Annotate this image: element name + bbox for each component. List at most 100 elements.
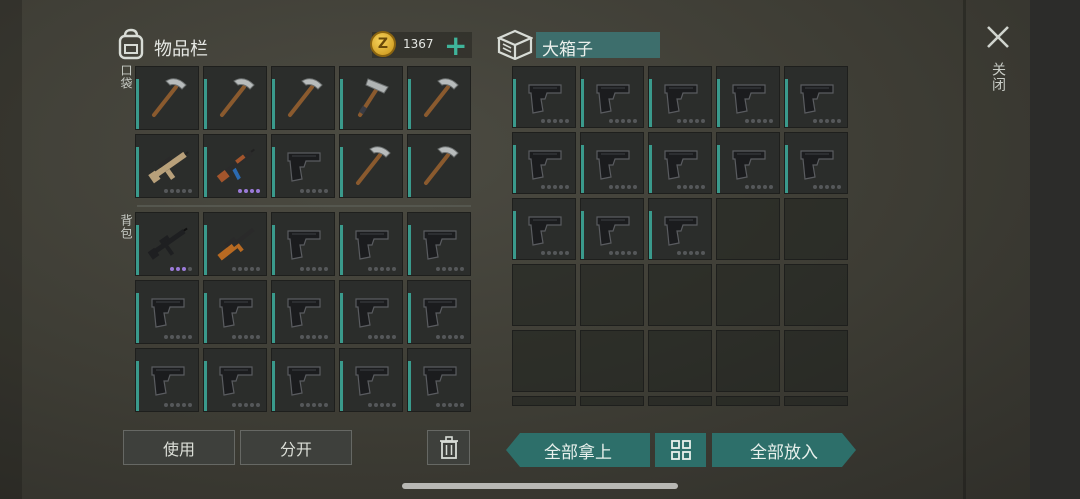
backpack-icon xyxy=(116,28,146,60)
item-slot[interactable] xyxy=(135,348,199,412)
add-money-button[interactable]: + xyxy=(444,32,467,60)
item-slot[interactable] xyxy=(580,132,644,194)
durability-dots xyxy=(164,403,192,407)
put-all-button[interactable]: 全部放入 xyxy=(712,433,856,467)
empty-slot[interactable] xyxy=(512,396,576,406)
item-slot[interactable] xyxy=(512,66,576,128)
ak-rifle-icon xyxy=(212,141,260,189)
durability-dots xyxy=(609,119,637,123)
item-slot[interactable] xyxy=(648,198,712,260)
item-slot[interactable] xyxy=(271,348,335,412)
item-slot[interactable] xyxy=(203,348,267,412)
empty-slot[interactable] xyxy=(580,396,644,406)
pistol-icon xyxy=(416,287,464,335)
durability-dots xyxy=(170,267,192,271)
item-slot[interactable] xyxy=(716,132,780,194)
pistol-icon xyxy=(212,355,260,403)
item-slot[interactable] xyxy=(407,66,471,130)
durability-dots xyxy=(238,189,260,193)
item-slot[interactable] xyxy=(135,134,199,198)
durability-dots xyxy=(745,185,773,189)
sort-button[interactable] xyxy=(655,433,706,467)
item-slot[interactable] xyxy=(580,198,644,260)
empty-slot[interactable] xyxy=(580,264,644,326)
empty-slot[interactable] xyxy=(784,198,848,260)
durability-dots xyxy=(232,403,260,407)
item-slot[interactable] xyxy=(339,134,403,198)
item-slot[interactable] xyxy=(784,132,848,194)
empty-slot[interactable] xyxy=(580,330,644,392)
durability-dots xyxy=(368,335,396,339)
pistol-icon xyxy=(144,355,192,403)
trash-button[interactable] xyxy=(427,430,470,465)
pistol-icon xyxy=(793,139,841,187)
trash-icon xyxy=(439,435,458,459)
item-slot[interactable] xyxy=(716,66,780,128)
empty-slot[interactable] xyxy=(648,264,712,326)
empty-slot[interactable] xyxy=(716,330,780,392)
backpack-label: 背包 xyxy=(119,214,133,240)
durability-dots xyxy=(609,251,637,255)
close-button[interactable] xyxy=(985,24,1011,50)
item-slot[interactable] xyxy=(271,134,335,198)
box-title-field[interactable]: 大箱子 xyxy=(536,32,660,60)
pistol-icon xyxy=(280,219,328,267)
item-slot[interactable] xyxy=(135,212,199,276)
item-slot[interactable] xyxy=(339,212,403,276)
pistol-icon xyxy=(657,205,705,253)
section-divider xyxy=(137,205,471,207)
pistol-icon xyxy=(416,355,464,403)
empty-slot[interactable] xyxy=(716,396,780,406)
item-slot[interactable] xyxy=(407,280,471,344)
home-indicator[interactable] xyxy=(402,483,678,489)
item-slot[interactable] xyxy=(407,212,471,276)
item-slot[interactable] xyxy=(203,134,267,198)
item-slot[interactable] xyxy=(271,212,335,276)
item-slot[interactable] xyxy=(512,132,576,194)
item-slot[interactable] xyxy=(512,198,576,260)
use-button[interactable]: 使用 xyxy=(123,430,235,465)
durability-dots xyxy=(609,185,637,189)
pistol-icon xyxy=(280,141,328,189)
item-slot[interactable] xyxy=(271,280,335,344)
side-divider xyxy=(963,0,966,499)
empty-slot[interactable] xyxy=(784,330,848,392)
durability-dots xyxy=(436,403,464,407)
pickaxe-icon xyxy=(348,141,396,189)
pistol-icon xyxy=(589,205,637,253)
empty-slot[interactable] xyxy=(512,264,576,326)
item-slot[interactable] xyxy=(203,212,267,276)
item-slot[interactable] xyxy=(407,348,471,412)
item-slot[interactable] xyxy=(135,280,199,344)
durability-dots xyxy=(813,119,841,123)
durability-dots xyxy=(677,119,705,123)
durability-dots xyxy=(541,251,569,255)
item-slot[interactable] xyxy=(339,66,403,130)
item-slot[interactable] xyxy=(784,66,848,128)
empty-slot[interactable] xyxy=(648,330,712,392)
pocket-label: 口袋 xyxy=(119,64,133,90)
empty-slot[interactable] xyxy=(716,264,780,326)
split-button[interactable]: 分开 xyxy=(240,430,352,465)
empty-slot[interactable] xyxy=(784,264,848,326)
item-slot[interactable] xyxy=(203,66,267,130)
take-all-button[interactable]: 全部拿上 xyxy=(506,433,650,467)
empty-slot[interactable] xyxy=(512,330,576,392)
item-slot[interactable] xyxy=(135,66,199,130)
rifle-scar-icon xyxy=(144,141,192,189)
item-slot[interactable] xyxy=(339,280,403,344)
item-slot[interactable] xyxy=(648,66,712,128)
durability-dots xyxy=(541,119,569,123)
pistol-icon xyxy=(521,205,569,253)
empty-slot[interactable] xyxy=(716,198,780,260)
item-slot[interactable] xyxy=(580,66,644,128)
empty-slot[interactable] xyxy=(648,396,712,406)
item-slot[interactable] xyxy=(271,66,335,130)
empty-slot[interactable] xyxy=(784,396,848,406)
item-slot[interactable] xyxy=(203,280,267,344)
pickaxe-icon xyxy=(212,73,260,121)
item-slot[interactable] xyxy=(339,348,403,412)
item-slot[interactable] xyxy=(407,134,471,198)
sniper-rifle-icon xyxy=(212,219,260,267)
item-slot[interactable] xyxy=(648,132,712,194)
